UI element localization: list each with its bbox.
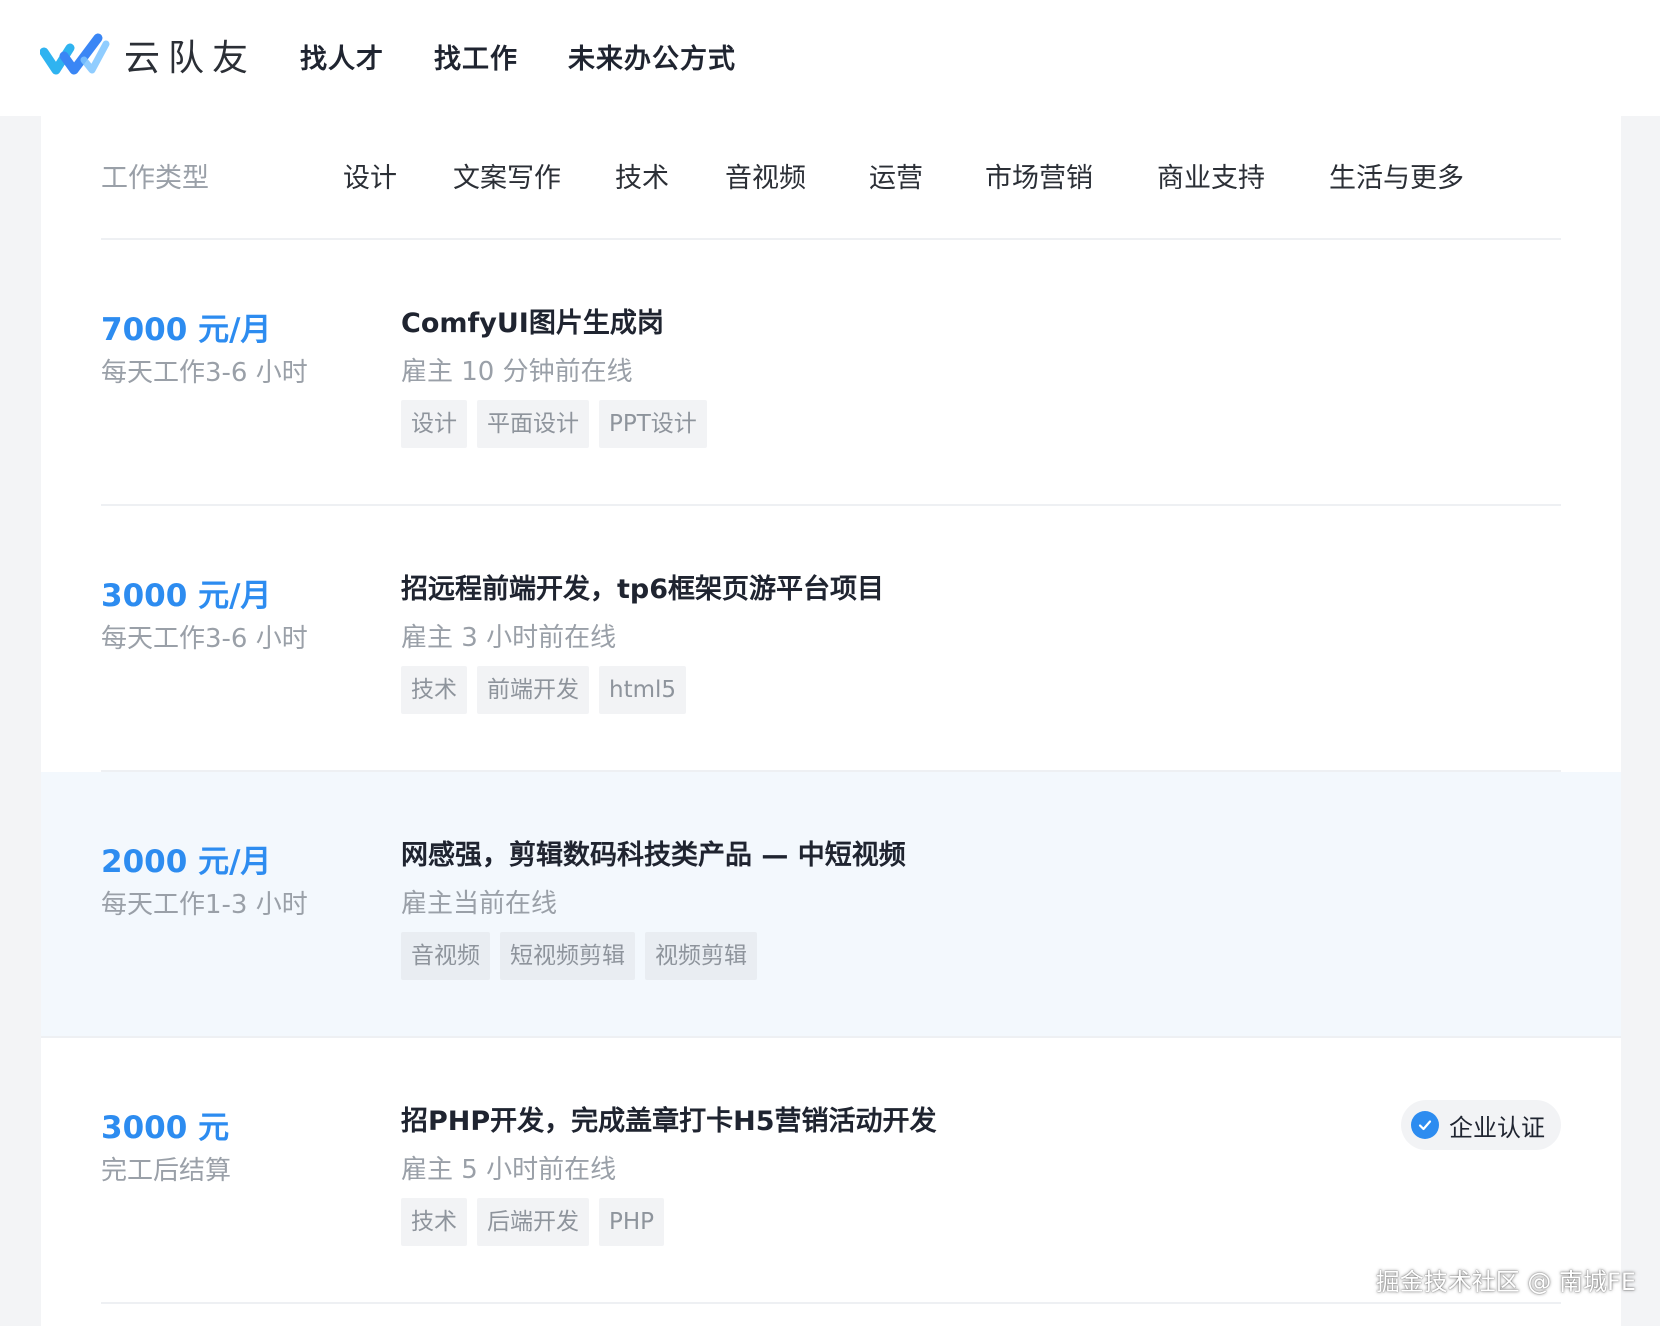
- enterprise-verified-badge: 企业认证: [1401, 1100, 1561, 1150]
- job-card[interactable]: 3000 元/月 每天工作3-6 小时 招远程前端开发，tp6框架页游平台项目 …: [101, 506, 1561, 772]
- top-header: 云队友 找人才 找工作 未来办公方式: [0, 0, 1660, 116]
- job-tags: 技术 后端开发 PHP: [401, 1198, 937, 1246]
- filter-category-design[interactable]: 设计: [343, 156, 453, 195]
- job-info: 招PHP开发，完成盖章打卡H5营销活动开发 雇主 5 小时前在线 技术 后端开发…: [401, 1102, 937, 1246]
- job-tag[interactable]: 音视频: [401, 932, 490, 980]
- job-hours: 完工后结算: [101, 1156, 232, 1186]
- employer-online-status: 雇主 5 小时前在线: [401, 1155, 617, 1185]
- filter-label: 工作类型: [101, 163, 209, 194]
- job-info: ComfyUI图片生成岗 雇主 10 分钟前在线 设计 平面设计 PPT设计: [401, 304, 707, 448]
- job-title[interactable]: 招PHP开发，完成盖章打卡H5营销活动开发: [401, 1102, 937, 1142]
- main-nav: 找人才 找工作 未来办公方式: [300, 34, 736, 78]
- job-hours: 每天工作3-6 小时: [101, 624, 308, 654]
- job-tags: 音视频 短视频剪辑 视频剪辑: [401, 932, 906, 980]
- nav-find-talent[interactable]: 找人才: [300, 37, 384, 76]
- job-title[interactable]: ComfyUI图片生成岗: [401, 304, 707, 344]
- nav-find-job[interactable]: 找工作: [434, 37, 518, 76]
- job-tag[interactable]: html5: [599, 666, 687, 714]
- employer-online-status: 雇主 10 分钟前在线: [401, 357, 633, 387]
- logo-text: 云队友: [124, 38, 257, 79]
- job-tag[interactable]: 技术: [401, 666, 467, 714]
- job-title[interactable]: 网感强，剪辑数码科技类产品 — 中短视频: [401, 836, 906, 876]
- filter-category-copywriting[interactable]: 文案写作: [453, 156, 615, 195]
- logo[interactable]: 云队友: [40, 30, 256, 80]
- filter-category-business-support[interactable]: 商业支持: [1157, 156, 1329, 195]
- job-hours: 每天工作3-6 小时: [101, 358, 308, 388]
- job-pay: 7000 元/月: [101, 312, 272, 348]
- job-pay: 3000 元: [101, 1110, 230, 1146]
- filter-category-audio-video[interactable]: 音视频: [725, 156, 869, 195]
- job-pay: 3000 元/月: [101, 578, 272, 614]
- job-card[interactable]: 3000 元 完工后结算 招PHP开发，完成盖章打卡H5营销活动开发 雇主 5 …: [101, 1038, 1561, 1304]
- badge-label: 企业认证: [1449, 1113, 1545, 1142]
- job-card-hovered[interactable]: 2000 元/月 每天工作1-3 小时 网感强，剪辑数码科技类产品 — 中短视频…: [41, 772, 1621, 1038]
- job-tag[interactable]: 技术: [401, 1198, 467, 1246]
- job-card[interactable]: 7000 元/月 每天工作3-6 小时 ComfyUI图片生成岗 雇主 10 分…: [101, 240, 1561, 506]
- employer-online-status: 雇主 3 小时前在线: [401, 623, 617, 653]
- job-tag[interactable]: PPT设计: [599, 400, 707, 448]
- job-tag[interactable]: PHP: [599, 1198, 665, 1246]
- job-tag[interactable]: 短视频剪辑: [500, 932, 635, 980]
- job-tag[interactable]: 后端开发: [477, 1198, 589, 1246]
- job-info: 招远程前端开发，tp6框架页游平台项目 雇主 3 小时前在线 技术 前端开发 h…: [401, 570, 884, 714]
- job-type-filter: 工作类型 设计 文案写作 技术 音视频 运营 市场营销 商业支持 生活与更多: [101, 116, 1561, 240]
- logo-icon: [40, 33, 110, 75]
- job-list: 7000 元/月 每天工作3-6 小时 ComfyUI图片生成岗 雇主 10 分…: [41, 240, 1621, 1304]
- job-info: 网感强，剪辑数码科技类产品 — 中短视频 雇主当前在线 音视频 短视频剪辑 视频…: [401, 836, 906, 980]
- filter-category-operations[interactable]: 运营: [869, 156, 985, 195]
- filter-categories: 设计 文案写作 技术 音视频 运营 市场营销 商业支持 生活与更多: [343, 156, 1464, 195]
- job-tags: 技术 前端开发 html5: [401, 666, 884, 714]
- check-icon: [1411, 1111, 1439, 1139]
- filter-category-life-and-more[interactable]: 生活与更多: [1329, 156, 1464, 195]
- nav-future-work[interactable]: 未来办公方式: [568, 37, 736, 76]
- job-hours: 每天工作1-3 小时: [101, 890, 308, 920]
- job-pay: 2000 元/月: [101, 844, 272, 880]
- job-tags: 设计 平面设计 PPT设计: [401, 400, 707, 448]
- job-tag[interactable]: 前端开发: [477, 666, 589, 714]
- job-panel: 工作类型 设计 文案写作 技术 音视频 运营 市场营销 商业支持 生活与更多 7…: [41, 116, 1621, 1326]
- employer-online-status: 雇主当前在线: [401, 889, 558, 919]
- job-title[interactable]: 招远程前端开发，tp6框架页游平台项目: [401, 570, 884, 610]
- job-tag[interactable]: 视频剪辑: [645, 932, 757, 980]
- filter-category-tech[interactable]: 技术: [615, 156, 725, 195]
- watermark: 掘金技术社区 @ 南城FE: [1375, 1268, 1636, 1296]
- job-tag[interactable]: 平面设计: [477, 400, 589, 448]
- job-tag[interactable]: 设计: [401, 400, 467, 448]
- filter-category-marketing[interactable]: 市场营销: [985, 156, 1157, 195]
